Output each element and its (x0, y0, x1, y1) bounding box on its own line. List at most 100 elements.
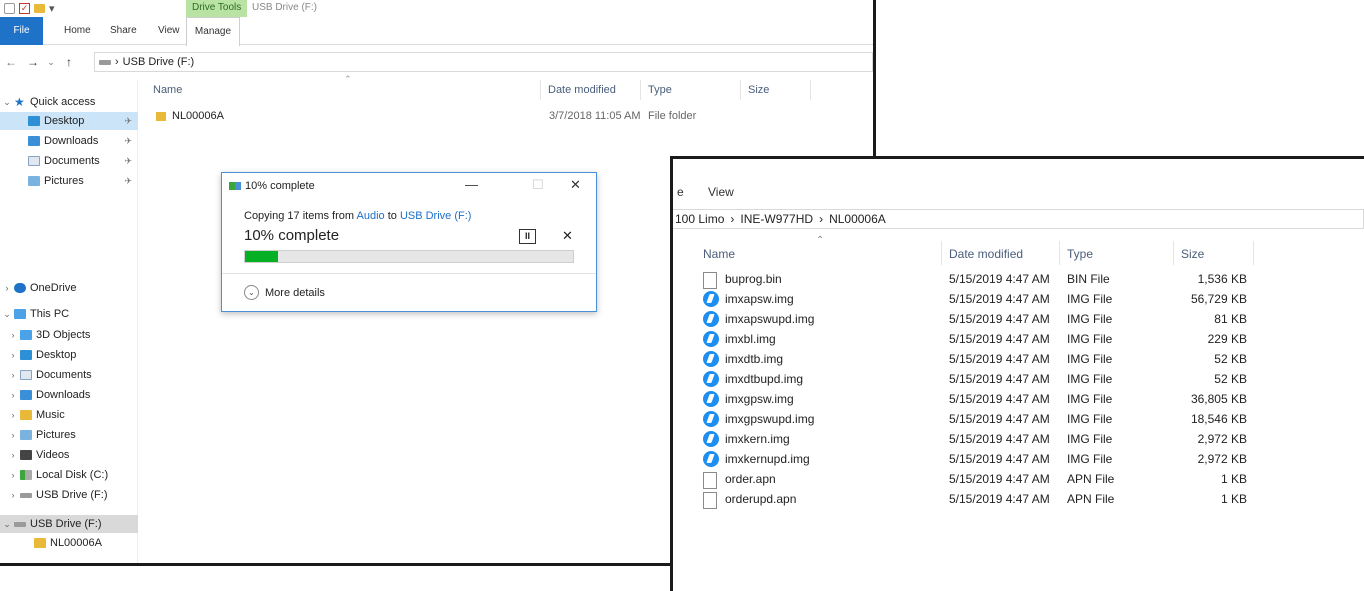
nav-music[interactable]: › Music (0, 406, 138, 424)
nav-desktop[interactable]: Desktop ✈ (0, 112, 138, 130)
column-header-type[interactable]: Type (1067, 247, 1093, 261)
back-icon[interactable]: ← (0, 55, 22, 69)
destination-link[interactable]: USB Drive (F:) (400, 210, 472, 222)
expand-chevron-icon[interactable]: ⌄ (0, 97, 14, 108)
nav-pc-documents[interactable]: › Documents (0, 366, 138, 384)
expand-chevron-icon[interactable]: › (0, 283, 14, 293)
pin-icon[interactable]: ✈ (124, 156, 132, 167)
up-icon[interactable]: ↑ (58, 55, 80, 69)
pause-button[interactable]: II (519, 229, 536, 244)
tab-file[interactable]: File (0, 17, 43, 45)
expand-chevron-icon[interactable]: › (6, 330, 20, 340)
expand-chevron-icon[interactable]: › (6, 370, 20, 380)
close-button[interactable]: ✕ (570, 177, 581, 193)
file-icon (703, 492, 717, 509)
star-icon: ★ (14, 95, 25, 109)
breadcrumb-limo[interactable]: 100 Limo (675, 212, 724, 226)
minimize-button[interactable]: — (465, 177, 478, 192)
more-details-button[interactable]: ⌄ More details (244, 285, 325, 300)
undo-icon[interactable] (4, 3, 15, 14)
expand-chevron-icon[interactable]: › (6, 490, 20, 500)
table-row[interactable]: imxdtbupd.img 5/15/2019 4:47 AM IMG File 52… (673, 369, 1364, 389)
nav-downloads[interactable]: Downloads ✈ (0, 132, 138, 150)
forward-icon[interactable]: → (22, 55, 44, 69)
new-folder-icon[interactable] (34, 4, 45, 13)
expand-chevron-icon[interactable]: ⌄ (0, 519, 14, 530)
expand-chevron-icon[interactable]: › (6, 350, 20, 360)
nav-documents[interactable]: Documents ✈ (0, 152, 138, 170)
navigation-pane: ⌄ ★ Quick access Desktop ✈ Downloads ✈ D… (0, 80, 138, 563)
column-header-date[interactable]: Date modified (548, 84, 616, 96)
table-row[interactable]: imxkern.img 5/15/2019 4:47 AM IMG File 2,97… (673, 429, 1364, 449)
expand-chevron-icon[interactable]: › (6, 450, 20, 460)
table-row[interactable]: imxgpsw.img 5/15/2019 4:47 AM IMG File 36,8… (673, 389, 1364, 409)
nav-label: USB Drive (F:) (36, 489, 108, 501)
column-header-name[interactable]: Name (703, 247, 735, 261)
row-date: 5/15/2019 4:47 AM (949, 352, 1050, 366)
nav-usb-drive-expanded[interactable]: ⌄ USB Drive (F:) (0, 515, 138, 533)
copy-prefix: Copying 17 items from (244, 210, 357, 222)
nav-pc-desktop[interactable]: › Desktop (0, 346, 138, 364)
column-header-date[interactable]: Date modified (949, 247, 1023, 261)
nav-videos[interactable]: › Videos (0, 446, 138, 464)
nav-3d-objects[interactable]: › 3D Objects (0, 326, 138, 344)
column-divider (1059, 241, 1060, 265)
table-row[interactable]: imxdtb.img 5/15/2019 4:47 AM IMG File 52 KB (673, 349, 1364, 369)
tab-home[interactable]: Home (64, 17, 91, 45)
table-row[interactable]: order.apn 5/15/2019 4:47 AM APN File 1 KB (673, 469, 1364, 489)
tab-manage[interactable]: Manage (186, 17, 240, 46)
breadcrumb-nl00006a[interactable]: NL00006A (829, 212, 886, 226)
column-header-size[interactable]: Size (1181, 247, 1204, 261)
qat-dropdown-icon[interactable]: ▾ (49, 2, 55, 15)
recent-chevron-icon[interactable]: ⌄ (44, 57, 58, 68)
table-row[interactable]: orderupd.apn 5/15/2019 4:47 AM APN File 1 K… (673, 489, 1364, 509)
table-row[interactable]: imxapsw.img 5/15/2019 4:47 AM IMG File 56,7… (673, 289, 1364, 309)
row-date: 5/15/2019 4:47 AM (949, 452, 1050, 466)
progress-bar (244, 250, 574, 263)
nav-pc-downloads[interactable]: › Downloads (0, 386, 138, 404)
address-box[interactable]: 100 Limo › INE-W977HD › NL00006A (673, 209, 1364, 229)
computer-icon (14, 309, 26, 319)
nav-onedrive[interactable]: › OneDrive (0, 279, 138, 297)
table-row[interactable]: imxbl.img 5/15/2019 4:47 AM IMG File 229 KB (673, 329, 1364, 349)
tab-share[interactable]: Share (110, 17, 137, 45)
row-type: APN File (1067, 472, 1115, 486)
local-disk-icon (20, 470, 32, 480)
nav-nl-folder[interactable]: NL00006A (0, 534, 138, 552)
tab-share-partial[interactable]: e (677, 185, 684, 199)
breadcrumb-ine[interactable]: INE-W977HD (740, 212, 813, 226)
pin-icon[interactable]: ✈ (124, 116, 132, 127)
address-box[interactable]: › USB Drive (F:) (94, 52, 873, 72)
cancel-button[interactable]: ✕ (562, 228, 573, 244)
properties-icon[interactable]: ✓ (19, 3, 30, 14)
source-link[interactable]: Audio (357, 210, 385, 222)
column-header-size[interactable]: Size (748, 84, 769, 96)
column-header-name[interactable]: Name (153, 84, 182, 96)
nav-local-disk[interactable]: › Local Disk (C:) (0, 466, 138, 484)
pin-icon[interactable]: ✈ (124, 176, 132, 187)
tab-view[interactable]: View (708, 185, 734, 199)
expand-chevron-icon[interactable]: › (6, 410, 20, 420)
table-row[interactable]: imxkernupd.img 5/15/2019 4:47 AM IMG File 2… (673, 449, 1364, 469)
column-divider (640, 80, 641, 100)
table-row[interactable]: imxapswupd.img 5/15/2019 4:47 AM IMG File 8… (673, 309, 1364, 329)
table-row[interactable]: NL00006A 3/7/2018 11:05 AM File folder (152, 108, 873, 126)
nav-pc-pictures[interactable]: › Pictures (0, 426, 138, 444)
expand-chevron-icon[interactable]: › (6, 390, 20, 400)
table-row[interactable]: buprog.bin 5/15/2019 4:47 AM BIN File 1,536… (673, 269, 1364, 289)
nav-quick-access[interactable]: ⌄ ★ Quick access (0, 93, 138, 111)
row-date: 5/15/2019 4:47 AM (949, 472, 1050, 486)
nav-this-pc[interactable]: ⌄ This PC (0, 305, 138, 323)
tab-view[interactable]: View (158, 17, 180, 45)
nav-pictures[interactable]: Pictures ✈ (0, 172, 138, 190)
expand-chevron-icon[interactable]: ⌄ (0, 309, 14, 320)
nav-usb-drive[interactable]: › USB Drive (F:) (0, 486, 138, 504)
column-header-type[interactable]: Type (648, 84, 672, 96)
pin-icon[interactable]: ✈ (124, 136, 132, 147)
breadcrumb-separator-icon: › (115, 56, 119, 68)
row-type: IMG File (1067, 332, 1113, 346)
table-row[interactable]: imxgpswupd.img 5/15/2019 4:47 AM IMG File 1… (673, 409, 1364, 429)
expand-chevron-icon[interactable]: › (6, 470, 20, 480)
breadcrumb-usb-drive[interactable]: USB Drive (F:) (123, 56, 195, 68)
expand-chevron-icon[interactable]: › (6, 430, 20, 440)
